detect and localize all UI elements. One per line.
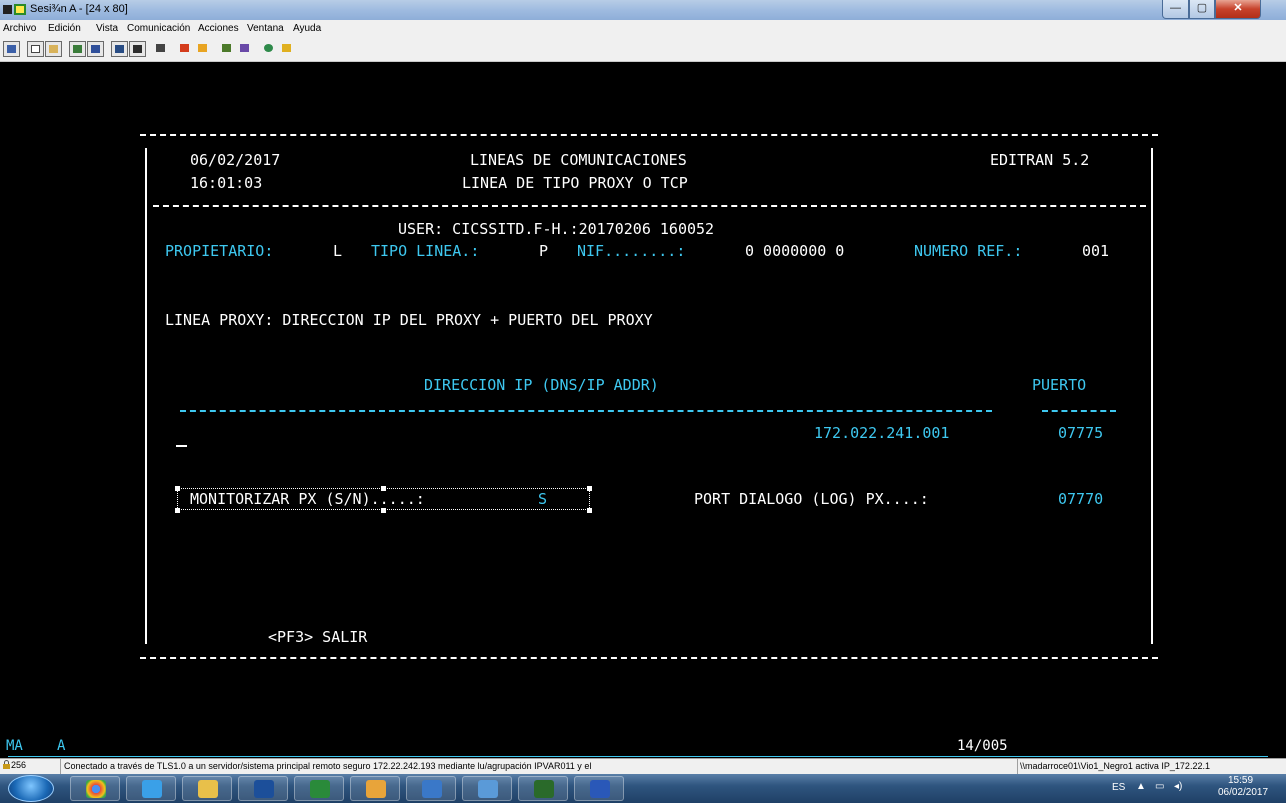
close-button[interactable]: ✕ [1215,0,1261,19]
display-icon[interactable] [3,41,20,57]
send-icon[interactable] [69,41,86,57]
explorer-icon[interactable] [182,776,232,801]
operator-info-area: MA A 14/005 [0,738,1286,758]
selection-handle[interactable] [175,508,180,513]
port-column-underline [1042,410,1116,412]
macro2-icon[interactable] [129,41,146,57]
menu-comunicacion[interactable]: Comunicación [127,23,190,34]
exit-hint[interactable]: <PF3> SALIR [268,628,367,646]
network-tray-icon[interactable]: ▭ [1155,781,1164,792]
network-share-icon[interactable] [462,776,512,801]
selection-handle[interactable] [381,508,386,513]
tipo-label: TIPO LINEA.: [371,242,489,260]
nif-label: NIF........: [577,242,695,260]
menu-archivo[interactable]: Archivo [3,23,36,34]
powershell-icon[interactable] [238,776,288,801]
clock-time[interactable]: 15:59 [1228,775,1253,786]
ip-column-header: DIRECCION IP (DNS/IP ADDR) [424,376,659,394]
maximize-button[interactable]: ▢ [1189,0,1215,19]
taskbar: ES ▲ ▭ ◂) 15:59 06/02/2017 [0,774,1286,803]
volume-tray-icon[interactable]: ◂) [1174,781,1182,792]
selection-handle[interactable] [587,508,592,513]
show-hidden-icons[interactable]: ▲ [1136,781,1146,792]
ref-label: NUMERO REF.: [914,242,1032,260]
ip-address-value[interactable]: 172.022.241.001 [814,424,949,442]
macro-icon[interactable] [111,41,128,57]
screen-subtitle: LINEA DE TIPO PROXY O TCP [462,174,688,192]
owner-label: PROPIETARIO: [165,242,283,260]
cursor-position: 14/005 [957,738,1008,754]
transfer-send-icon[interactable] [177,41,194,57]
presentation-icon[interactable] [294,776,344,801]
ie-icon[interactable] [126,776,176,801]
paste-icon[interactable] [45,41,62,57]
chrome-icon[interactable] [70,776,120,801]
port-value[interactable]: 07775 [1058,424,1103,442]
log-port-value[interactable]: 07770 [1058,490,1103,508]
bottom-border [140,657,1158,659]
window-title: Sesi¾n A - [24 x 80] [30,3,128,15]
emulator-icon[interactable] [518,776,568,801]
selection-handle[interactable] [175,486,180,491]
transfer-recv-icon[interactable] [195,41,212,57]
left-border [145,148,147,644]
selection-handle[interactable] [587,486,592,491]
status-number: 256 [2,760,26,770]
user-line: USER: CICSSITD.F-H.:20170206 160052 [398,220,715,238]
ref-value[interactable]: 001 [1082,242,1109,260]
app-icon [3,4,26,15]
receive-icon[interactable] [87,41,104,57]
outlook-icon[interactable] [350,776,400,801]
terminal-screen[interactable]: 06/02/2017 16:01:03 LINEAS DE COMUNICACI… [0,62,1286,738]
status-bar: 256 Conectado a través de TLS1.0 a un se… [0,758,1286,774]
status-path: \\madarroce01\Vio1_Negro1 activa IP_172.… [1017,759,1286,774]
owner-value[interactable]: L [333,242,342,260]
start-button[interactable] [8,775,54,802]
clock-date[interactable]: 06/02/2017 [1218,787,1268,798]
menu-ayuda[interactable]: Ayuda [293,23,321,34]
status-message: Conectado a través de TLS1.0 a un servid… [60,759,1015,774]
text-cursor [176,445,187,447]
menu-acciones[interactable]: Acciones [198,23,239,34]
menu-bar: Archivo Edición Vista Comunicación Accio… [0,20,1286,38]
nif-value[interactable]: 0 0000000 0 [745,242,844,260]
mode-indicator: MA [6,738,23,754]
ip-column-underline [180,410,992,412]
toolbar [0,38,1286,62]
minimize-button[interactable]: — [1162,0,1189,19]
port-column-header: PUERTO [1032,376,1087,394]
right-border [1151,148,1153,644]
tipo-value[interactable]: P [539,242,548,260]
language-indicator[interactable]: ES [1112,782,1125,793]
copy-icon[interactable] [27,41,44,57]
network2-icon[interactable] [237,41,254,57]
session-indicator: A [57,738,66,754]
oia-separator [8,756,1268,757]
menu-vista[interactable]: Vista [96,23,118,34]
product-version: EDITRAN 5.2 [990,151,1090,169]
monitor-label: MONITORIZAR PX (S/N).....: [190,490,434,508]
edit-pencil-icon[interactable] [279,41,296,57]
word-icon[interactable] [574,776,624,801]
lock-icon [3,760,10,769]
menu-edicion[interactable]: Edición [48,23,81,34]
network-icon[interactable] [219,41,236,57]
menu-ventana[interactable]: Ventana [247,23,284,34]
color-palette-icon[interactable] [261,41,278,57]
screen-date: 06/02/2017 [190,151,281,169]
lync-icon[interactable] [406,776,456,801]
proxy-description: LINEA PROXY: DIRECCION IP DEL PROXY + PU… [165,311,653,329]
keyboard-icon[interactable] [153,41,170,57]
monitor-value[interactable]: S [538,490,547,508]
log-port-label: PORT DIALOGO (LOG) PX....: [694,490,938,508]
header-separator [153,205,1146,207]
screen-time: 16:01:03 [190,174,263,192]
title-bar: Sesi¾n A - [24 x 80] — ▢ ✕ [0,0,1286,20]
top-border [140,134,1158,136]
screen-title: LINEAS DE COMUNICACIONES [470,151,687,169]
